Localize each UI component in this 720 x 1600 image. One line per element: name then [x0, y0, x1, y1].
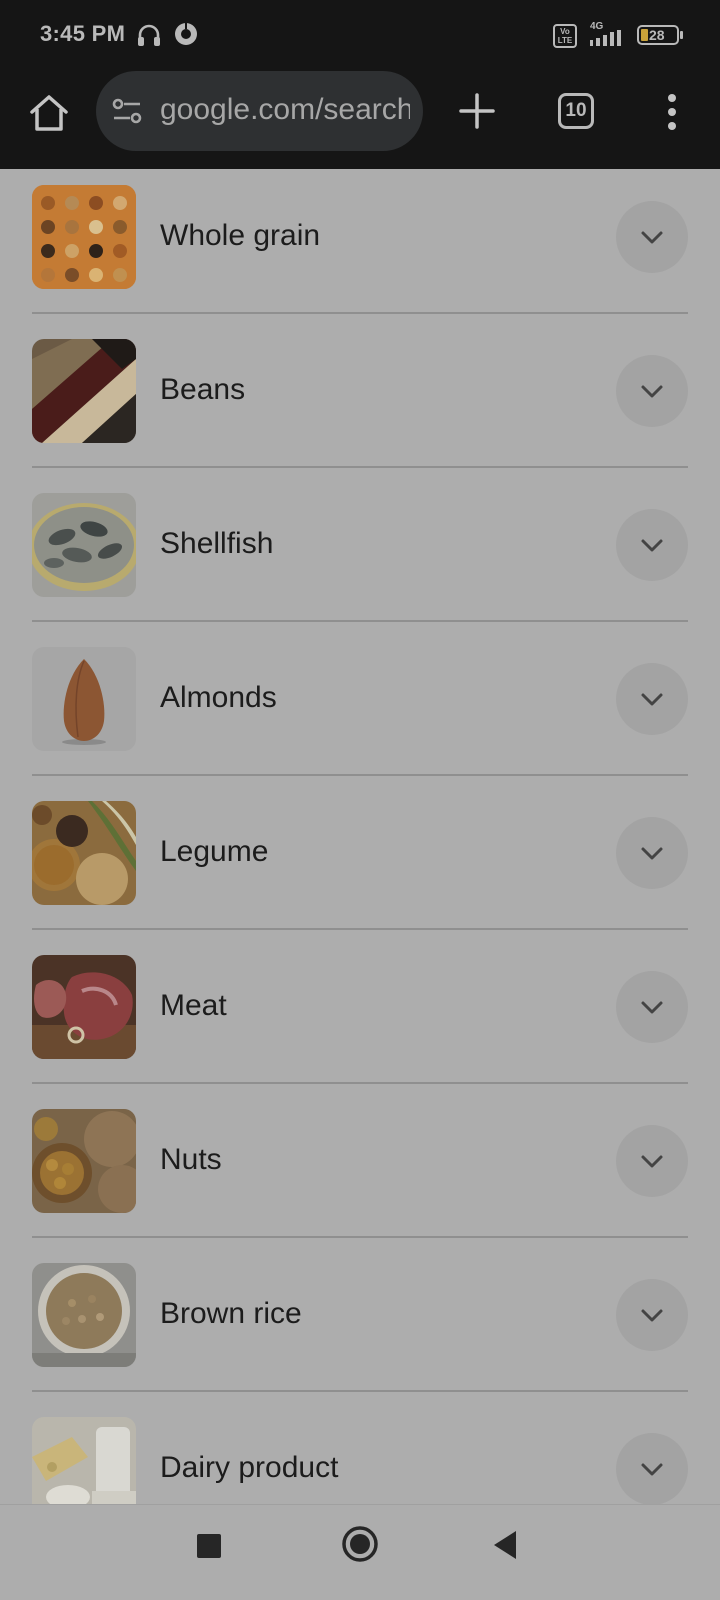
item-label[interactable]: Meat: [160, 989, 227, 1023]
headphones-icon: [138, 24, 160, 46]
chevron-down-icon: [641, 231, 663, 244]
expand-button[interactable]: [616, 201, 688, 273]
chevron-down-icon: [641, 1463, 663, 1476]
list-item[interactable]: Meat: [0, 939, 720, 1093]
results-list: Whole grain Beans Shellfish Almonds Legu…: [0, 169, 720, 1504]
divider: [32, 312, 688, 314]
expand-button[interactable]: [616, 663, 688, 735]
item-label[interactable]: Dairy product: [160, 1451, 338, 1485]
chrome-sync-icon: [175, 23, 197, 45]
chevron-down-icon: [641, 385, 663, 398]
expand-button[interactable]: [616, 1279, 688, 1351]
item-label[interactable]: Legume: [160, 835, 268, 869]
shellfish-thumbnail: [32, 493, 136, 597]
home-icon[interactable]: [26, 90, 72, 136]
recents-button[interactable]: [197, 1534, 221, 1558]
browser-toolbar: google.com/search 10: [0, 68, 720, 169]
svg-text:LTE: LTE: [558, 36, 573, 45]
plus-icon[interactable]: [456, 90, 498, 132]
item-label[interactable]: Whole grain: [160, 219, 320, 253]
divider: [32, 466, 688, 468]
expand-button[interactable]: [616, 509, 688, 581]
almond-thumbnail: [32, 647, 136, 751]
list-item[interactable]: Brown rice: [0, 1247, 720, 1401]
chevron-down-icon: [641, 539, 663, 552]
divider: [32, 1390, 688, 1392]
legume-thumbnail: [32, 801, 136, 905]
divider: [32, 1236, 688, 1238]
more-vert-icon[interactable]: [662, 92, 682, 132]
chevron-down-icon: [641, 693, 663, 706]
home-circle-icon[interactable]: [341, 1525, 379, 1563]
chevron-down-icon: [641, 847, 663, 860]
divider: [32, 1082, 688, 1084]
list-item[interactable]: Dairy product: [0, 1401, 720, 1504]
status-bar: 3:45 PM Vo LTE 4G 28: [0, 0, 720, 68]
chevron-down-icon: [641, 1001, 663, 1014]
list-item[interactable]: Nuts: [0, 1093, 720, 1247]
whole-grain-thumbnail: [32, 185, 136, 289]
item-label[interactable]: Beans: [160, 373, 245, 407]
chevron-down-icon: [641, 1155, 663, 1168]
system-nav-bar: [0, 1504, 720, 1600]
status-time: 3:45 PM: [40, 21, 126, 46]
back-triangle-icon[interactable]: [492, 1529, 520, 1561]
list-item[interactable]: Shellfish: [0, 477, 720, 631]
expand-button[interactable]: [616, 817, 688, 889]
list-item[interactable]: Beans: [0, 323, 720, 477]
battery-level: 28: [649, 27, 665, 43]
item-label[interactable]: Brown rice: [160, 1297, 302, 1331]
expand-button[interactable]: [616, 355, 688, 427]
meat-thumbnail: [32, 955, 136, 1059]
address-bar[interactable]: google.com/search: [96, 71, 423, 151]
item-label[interactable]: Shellfish: [160, 527, 273, 561]
list-item[interactable]: Whole grain: [0, 169, 720, 323]
list-item[interactable]: Almonds: [0, 631, 720, 785]
url-text[interactable]: google.com/search: [160, 93, 410, 127]
divider: [32, 928, 688, 930]
beans-thumbnail: [32, 339, 136, 443]
battery-indicator: 28: [637, 25, 683, 45]
item-label[interactable]: Almonds: [160, 681, 277, 715]
signal-icon: [590, 30, 621, 46]
volte-icon: Vo LTE: [553, 24, 577, 48]
item-label[interactable]: Nuts: [160, 1143, 222, 1177]
divider: [32, 620, 688, 622]
svg-text:Vo: Vo: [560, 27, 570, 36]
expand-button[interactable]: [616, 971, 688, 1043]
brown-rice-thumbnail: [32, 1263, 136, 1367]
tab-switcher-button[interactable]: 10: [558, 93, 594, 129]
tab-count: 10: [565, 100, 587, 121]
divider: [32, 774, 688, 776]
dairy-thumbnail: [32, 1417, 136, 1504]
tune-icon[interactable]: [112, 97, 146, 127]
chevron-down-icon: [641, 1309, 663, 1322]
list-item[interactable]: Legume: [0, 785, 720, 939]
expand-button[interactable]: [616, 1125, 688, 1197]
expand-button[interactable]: [616, 1433, 688, 1504]
nuts-thumbnail: [32, 1109, 136, 1213]
